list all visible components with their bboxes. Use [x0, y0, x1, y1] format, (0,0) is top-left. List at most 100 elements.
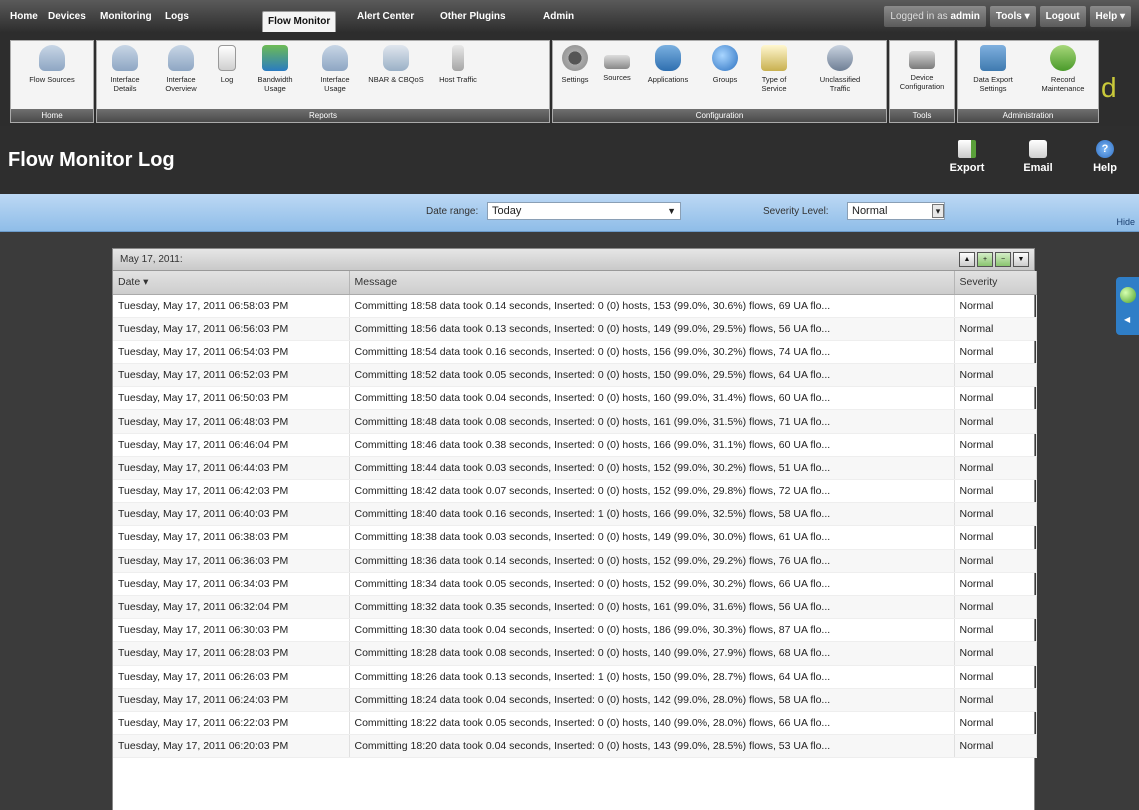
zoom-in-icon[interactable]: + [977, 252, 993, 267]
sources-button[interactable]: Sources [597, 45, 637, 107]
top-navigation: Home Devices Monitoring Logs Flow Monito… [0, 0, 1139, 32]
cell-date: Tuesday, May 17, 2011 06:50:03 PM [113, 386, 350, 411]
chevron-down-icon: ▼ [667, 206, 676, 216]
cell-message: Committing 18:32 data took 0.35 seconds,… [349, 595, 955, 620]
export-icon [958, 140, 976, 158]
expand-down-icon[interactable]: ▼ [1013, 252, 1029, 267]
table-row[interactable]: Tuesday, May 17, 2011 06:36:03 PM Committ… [113, 549, 1037, 573]
ribbon-scroll-right-icon[interactable]: d [1101, 74, 1117, 102]
table-row[interactable]: Tuesday, May 17, 2011 06:32:04 PM Committ… [113, 595, 1037, 620]
email-button[interactable]: Email [1018, 140, 1058, 174]
settings-label: Settings [561, 75, 589, 84]
help-menu[interactable]: Help ▾ [1089, 6, 1131, 27]
zoom-out-icon[interactable]: − [995, 252, 1011, 267]
log-label: Log [220, 75, 234, 84]
table-row[interactable]: Tuesday, May 17, 2011 06:28:03 PM Committ… [113, 641, 1037, 666]
nav-devices[interactable]: Devices [48, 0, 86, 32]
hide-filters-link[interactable]: Hide [1116, 217, 1135, 227]
groups-icon [712, 45, 738, 71]
sources-label: Sources [603, 73, 631, 82]
table-row[interactable]: Tuesday, May 17, 2011 06:58:03 PM Committ… [113, 294, 1037, 318]
host-traffic-button[interactable]: Host Traffic [433, 45, 483, 107]
applications-button[interactable]: Applications [639, 45, 697, 107]
date-range-label: Date range: [426, 206, 479, 217]
table-row[interactable]: Tuesday, May 17, 2011 06:48:03 PM Committ… [113, 409, 1037, 434]
side-widget-tab[interactable]: ◀ [1116, 277, 1139, 335]
settings-button[interactable]: Settings [555, 45, 595, 107]
date-range-select[interactable]: Today ▼ [487, 202, 681, 220]
column-header-message[interactable]: Message [349, 271, 955, 295]
cell-message: Committing 18:26 data took 0.13 seconds,… [349, 665, 955, 689]
cell-message: Committing 18:36 data took 0.14 seconds,… [349, 549, 955, 573]
cell-severity: Normal [954, 665, 1037, 689]
column-header-severity[interactable]: Severity [954, 271, 1037, 295]
cell-severity: Normal [954, 409, 1037, 434]
cell-message: Committing 18:48 data took 0.08 seconds,… [349, 409, 955, 434]
table-row[interactable]: Tuesday, May 17, 2011 06:20:03 PM Committ… [113, 734, 1037, 759]
nav-home[interactable]: Home [10, 0, 38, 32]
type-of-service-button[interactable]: Type of Service [751, 45, 797, 107]
severity-level-select[interactable]: Normal ▾ [847, 202, 945, 220]
interface-details-button[interactable]: Interface Details [103, 45, 147, 107]
nav-other-plugins[interactable]: Other Plugins [440, 0, 506, 32]
groups-button[interactable]: Groups [703, 45, 747, 107]
page-header: Flow Monitor Log Export Email ? Help [0, 126, 1139, 194]
table-row[interactable]: Tuesday, May 17, 2011 06:42:03 PM Committ… [113, 479, 1037, 504]
table-row[interactable]: Tuesday, May 17, 2011 06:30:03 PM Committ… [113, 618, 1037, 643]
table-row[interactable]: Tuesday, May 17, 2011 06:46:04 PM Committ… [113, 433, 1037, 457]
data-export-settings-icon [980, 45, 1006, 71]
cell-severity: Normal [954, 688, 1037, 712]
export-button[interactable]: Export [947, 140, 987, 174]
main-content: May 17, 2011: ▲ + − ▼ Date ▾ Message Sev… [0, 232, 1139, 810]
interface-overview-button[interactable]: Interface Overview [159, 45, 203, 107]
table-row[interactable]: Tuesday, May 17, 2011 06:34:03 PM Committ… [113, 572, 1037, 596]
applications-icon [655, 45, 681, 71]
unclassified-traffic-icon [827, 45, 853, 71]
tools-menu[interactable]: Tools ▾ [989, 6, 1036, 27]
cell-message: Committing 18:28 data took 0.08 seconds,… [349, 641, 955, 666]
cell-date: Tuesday, May 17, 2011 06:56:03 PM [113, 317, 350, 341]
logout-link[interactable]: Logout [1039, 6, 1086, 27]
sources-icon [604, 55, 630, 69]
data-export-settings-button[interactable]: Data Export Settings [962, 45, 1024, 107]
cell-severity: Normal [954, 340, 1037, 365]
type-of-service-label: Type of Service [761, 75, 787, 93]
table-row[interactable]: Tuesday, May 17, 2011 06:44:03 PM Committ… [113, 456, 1037, 481]
cell-severity: Normal [954, 317, 1037, 341]
table-row[interactable]: Tuesday, May 17, 2011 06:38:03 PM Committ… [113, 525, 1037, 550]
table-row[interactable]: Tuesday, May 17, 2011 06:56:03 PM Committ… [113, 317, 1037, 341]
filter-bar: Date range: Today ▼ Severity Level: Norm… [0, 194, 1139, 232]
table-row[interactable]: Tuesday, May 17, 2011 06:22:03 PM Committ… [113, 711, 1037, 736]
unclassified-traffic-label: Unclassified Traffic [819, 75, 861, 93]
record-maintenance-button[interactable]: Record Maintenance [1032, 45, 1094, 107]
column-header-date[interactable]: Date ▾ [113, 271, 350, 295]
nav-monitoring[interactable]: Monitoring [100, 0, 152, 32]
table-row[interactable]: Tuesday, May 17, 2011 06:50:03 PM Committ… [113, 386, 1037, 411]
cell-message: Committing 18:44 data took 0.03 seconds,… [349, 456, 955, 481]
email-icon [1029, 140, 1047, 158]
interface-usage-icon [322, 45, 348, 71]
interface-usage-button[interactable]: Interface Usage [309, 45, 361, 107]
nav-admin[interactable]: Admin [543, 0, 574, 32]
table-header-row: Date ▾ Message Severity [113, 271, 1037, 295]
unclassified-traffic-button[interactable]: Unclassified Traffic [809, 45, 871, 107]
nav-alert-center[interactable]: Alert Center [357, 0, 414, 32]
cell-severity: Normal [954, 294, 1037, 318]
help-button[interactable]: ? Help [1088, 140, 1122, 174]
nav-logs[interactable]: Logs [165, 0, 189, 32]
bandwidth-usage-button[interactable]: Bandwidth Usage [249, 45, 301, 107]
flow-sources-button[interactable]: Flow Sources [15, 45, 89, 107]
table-row[interactable]: Tuesday, May 17, 2011 06:24:03 PM Committ… [113, 688, 1037, 712]
device-configuration-button[interactable]: Device Configuration [892, 45, 952, 107]
cell-date: Tuesday, May 17, 2011 06:28:03 PM [113, 641, 350, 666]
table-row[interactable]: Tuesday, May 17, 2011 06:26:03 PM Committ… [113, 665, 1037, 689]
nbar-cbqos-button[interactable]: NBAR & CBQoS [367, 45, 425, 107]
collapse-up-icon[interactable]: ▲ [959, 252, 975, 267]
log-button[interactable]: Log [207, 45, 247, 107]
ribbon-group-administration: Data Export Settings Record Maintenance … [957, 40, 1099, 123]
nav-flow-monitor[interactable]: Flow Monitor [262, 11, 337, 32]
table-row[interactable]: Tuesday, May 17, 2011 06:40:03 PM Committ… [113, 502, 1037, 527]
table-row[interactable]: Tuesday, May 17, 2011 06:52:03 PM Committ… [113, 363, 1037, 388]
help-label: Help [1093, 162, 1117, 174]
table-row[interactable]: Tuesday, May 17, 2011 06:54:03 PM Committ… [113, 340, 1037, 365]
